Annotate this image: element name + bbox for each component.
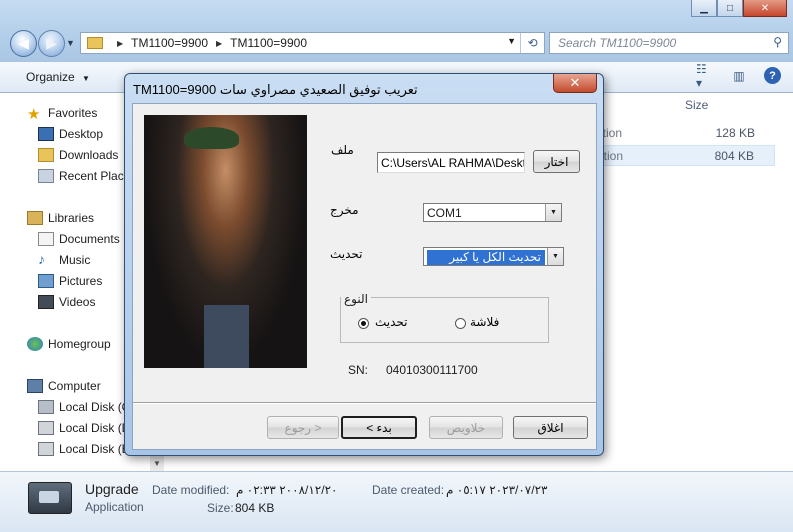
detail-file-name: Upgrade [85,481,139,497]
folder-icon [87,37,103,49]
chevron-down-icon[interactable]: ▼ [545,204,561,221]
refresh-icon[interactable]: ⟲ [520,33,544,53]
flasher-dialog: تعريب توفيق الصعيدي مصراوي سات TM1100=99… [124,73,604,456]
downloads-icon [38,148,54,162]
back-wizard-button[interactable]: رجوع > [267,416,339,439]
update-mode-value: تحديث الكل يا كبير [427,250,545,265]
close-dialog-button[interactable]: اغلاق [513,416,588,439]
search-input[interactable]: Search TM1100=9900 ⚲ [549,32,789,54]
address-bar[interactable]: ▶ TM1100=9900 ▶ TM1100=9900 ▼ ⟲ [80,32,545,54]
homegroup-icon [27,337,43,351]
detail-created-value: ٢٠٢٣/٠٧/٢٣ ٠٥:١٧ م [446,483,548,497]
nav-local-disk-e[interactable]: Local Disk (E [59,440,130,458]
nav-documents[interactable]: Documents [59,230,120,248]
application-thumbnail [28,482,72,514]
organize-label: Organize [26,70,75,84]
chevron-right-icon: ▶ [117,38,124,48]
drive-icon [38,400,54,414]
type-group-title: النوع [341,292,371,306]
radio-flash-label: فلاشة [470,315,500,329]
breadcrumb-1[interactable]: TM1100=9900 [131,36,208,50]
detail-created-label: Date created: [372,483,445,497]
radio-update[interactable] [358,318,369,329]
dialog-title: تعريب توفيق الصعيدي مصراوي سات TM1100=99… [133,82,418,97]
scroll-down-arrow[interactable]: ▼ [150,455,164,471]
recent-places-icon [38,169,54,183]
explorer-titlebar: ▁ □ ✕ ◀ ▶ ▼ ▶ TM1100=9900 ▶ TM1100=9900 … [0,0,793,62]
forward-button[interactable]: ▶ [38,30,65,57]
radio-update-label: تحديث [375,315,408,329]
port-value: COM1 [427,206,462,220]
close-window-button[interactable]: ✕ [743,0,787,17]
music-icon: ♪ [38,251,45,267]
sn-value: 04010300111700 [386,363,478,377]
nav-computer[interactable]: Computer [48,377,101,395]
port-select[interactable]: COM1 ▼ [423,203,562,222]
nav-pictures[interactable]: Pictures [59,272,102,290]
dialog-close-button[interactable]: ✕ [553,74,597,93]
window-controls: ▁ □ ✕ [691,0,787,17]
details-pane: Upgrade Application Date modified: ٢٠٠٨/… [0,471,793,532]
update-mode-select[interactable]: تحديث الكل يا كبير ▼ [423,247,564,266]
drive-icon [38,421,54,435]
file-type: ition [601,149,624,163]
detail-file-type: Application [85,500,144,514]
type-groupbox [340,297,549,343]
nav-downloads[interactable]: Downloads [59,146,118,164]
done-button[interactable]: خلاويص [429,416,503,439]
nav-homegroup[interactable]: Homegroup [48,335,111,353]
dialog-body: ملف C:\Users\AL RAHMA\Desktop اختار مخرج… [132,103,597,450]
nav-recent-places[interactable]: Recent Place [59,167,130,185]
nav-favorites[interactable]: Favorites [48,104,97,122]
view-options-icon[interactable]: ☷ ▾ [696,62,714,90]
pictures-icon [38,274,54,288]
maximize-button[interactable]: □ [717,0,743,17]
column-header-size[interactable]: Size [685,98,708,112]
chevron-down-icon[interactable]: ▼ [547,248,563,265]
nav-local-disk-d[interactable]: Local Disk (D [59,419,130,437]
file-path-field[interactable]: C:\Users\AL RAHMA\Desktop [377,152,525,173]
radio-flash[interactable] [455,318,466,329]
organize-menu[interactable]: Organize ▼ [26,70,90,84]
sn-label: SN: [348,363,369,377]
star-icon: ★ [27,106,41,123]
profile-photo [144,115,307,368]
minimize-button[interactable]: ▁ [691,0,717,17]
documents-icon [38,232,54,246]
chevron-right-icon: ▶ [216,38,223,48]
preview-pane-icon[interactable]: ▥ [730,68,748,84]
chevron-down-icon[interactable]: ▼ [507,36,516,46]
nav-libraries[interactable]: Libraries [48,209,94,227]
update-label: تحديث [330,247,363,261]
videos-icon [38,295,54,309]
start-button[interactable]: < بدء [341,416,417,439]
file-label: ملف [331,143,354,157]
nav-desktop[interactable]: Desktop [59,125,103,143]
computer-icon [27,379,43,393]
detail-modified-value: ٢٠٠٨/١٢/٢٠ ٠٢:٣٣ م [236,483,338,497]
breadcrumb-2[interactable]: TM1100=9900 [230,36,307,50]
search-placeholder: Search TM1100=9900 [558,36,677,50]
detail-modified-label: Date modified: [152,483,230,497]
chevron-down-icon: ▼ [82,74,90,83]
browse-button[interactable]: اختار [533,150,580,173]
detail-size-value: 804 KB [235,501,275,515]
file-size: 804 KB [714,149,754,163]
desktop-icon [38,127,54,141]
drive-icon [38,442,54,456]
libraries-icon [27,211,43,225]
detail-size-label: Size: [207,501,234,515]
recent-pages-dropdown[interactable]: ▼ [66,38,75,48]
help-icon[interactable]: ? [764,67,781,84]
view-controls: ☷ ▾ ▥ ? [696,62,781,90]
nav-music[interactable]: Music [59,251,90,269]
nav-videos[interactable]: Videos [59,293,95,311]
output-label: مخرج [330,203,359,217]
back-button[interactable]: ◀ [10,30,37,57]
nav-local-disk-c[interactable]: Local Disk (C [59,398,130,416]
search-icon[interactable]: ⚲ [773,35,782,49]
button-separator [133,402,596,404]
file-size: 128 KB [715,126,755,140]
